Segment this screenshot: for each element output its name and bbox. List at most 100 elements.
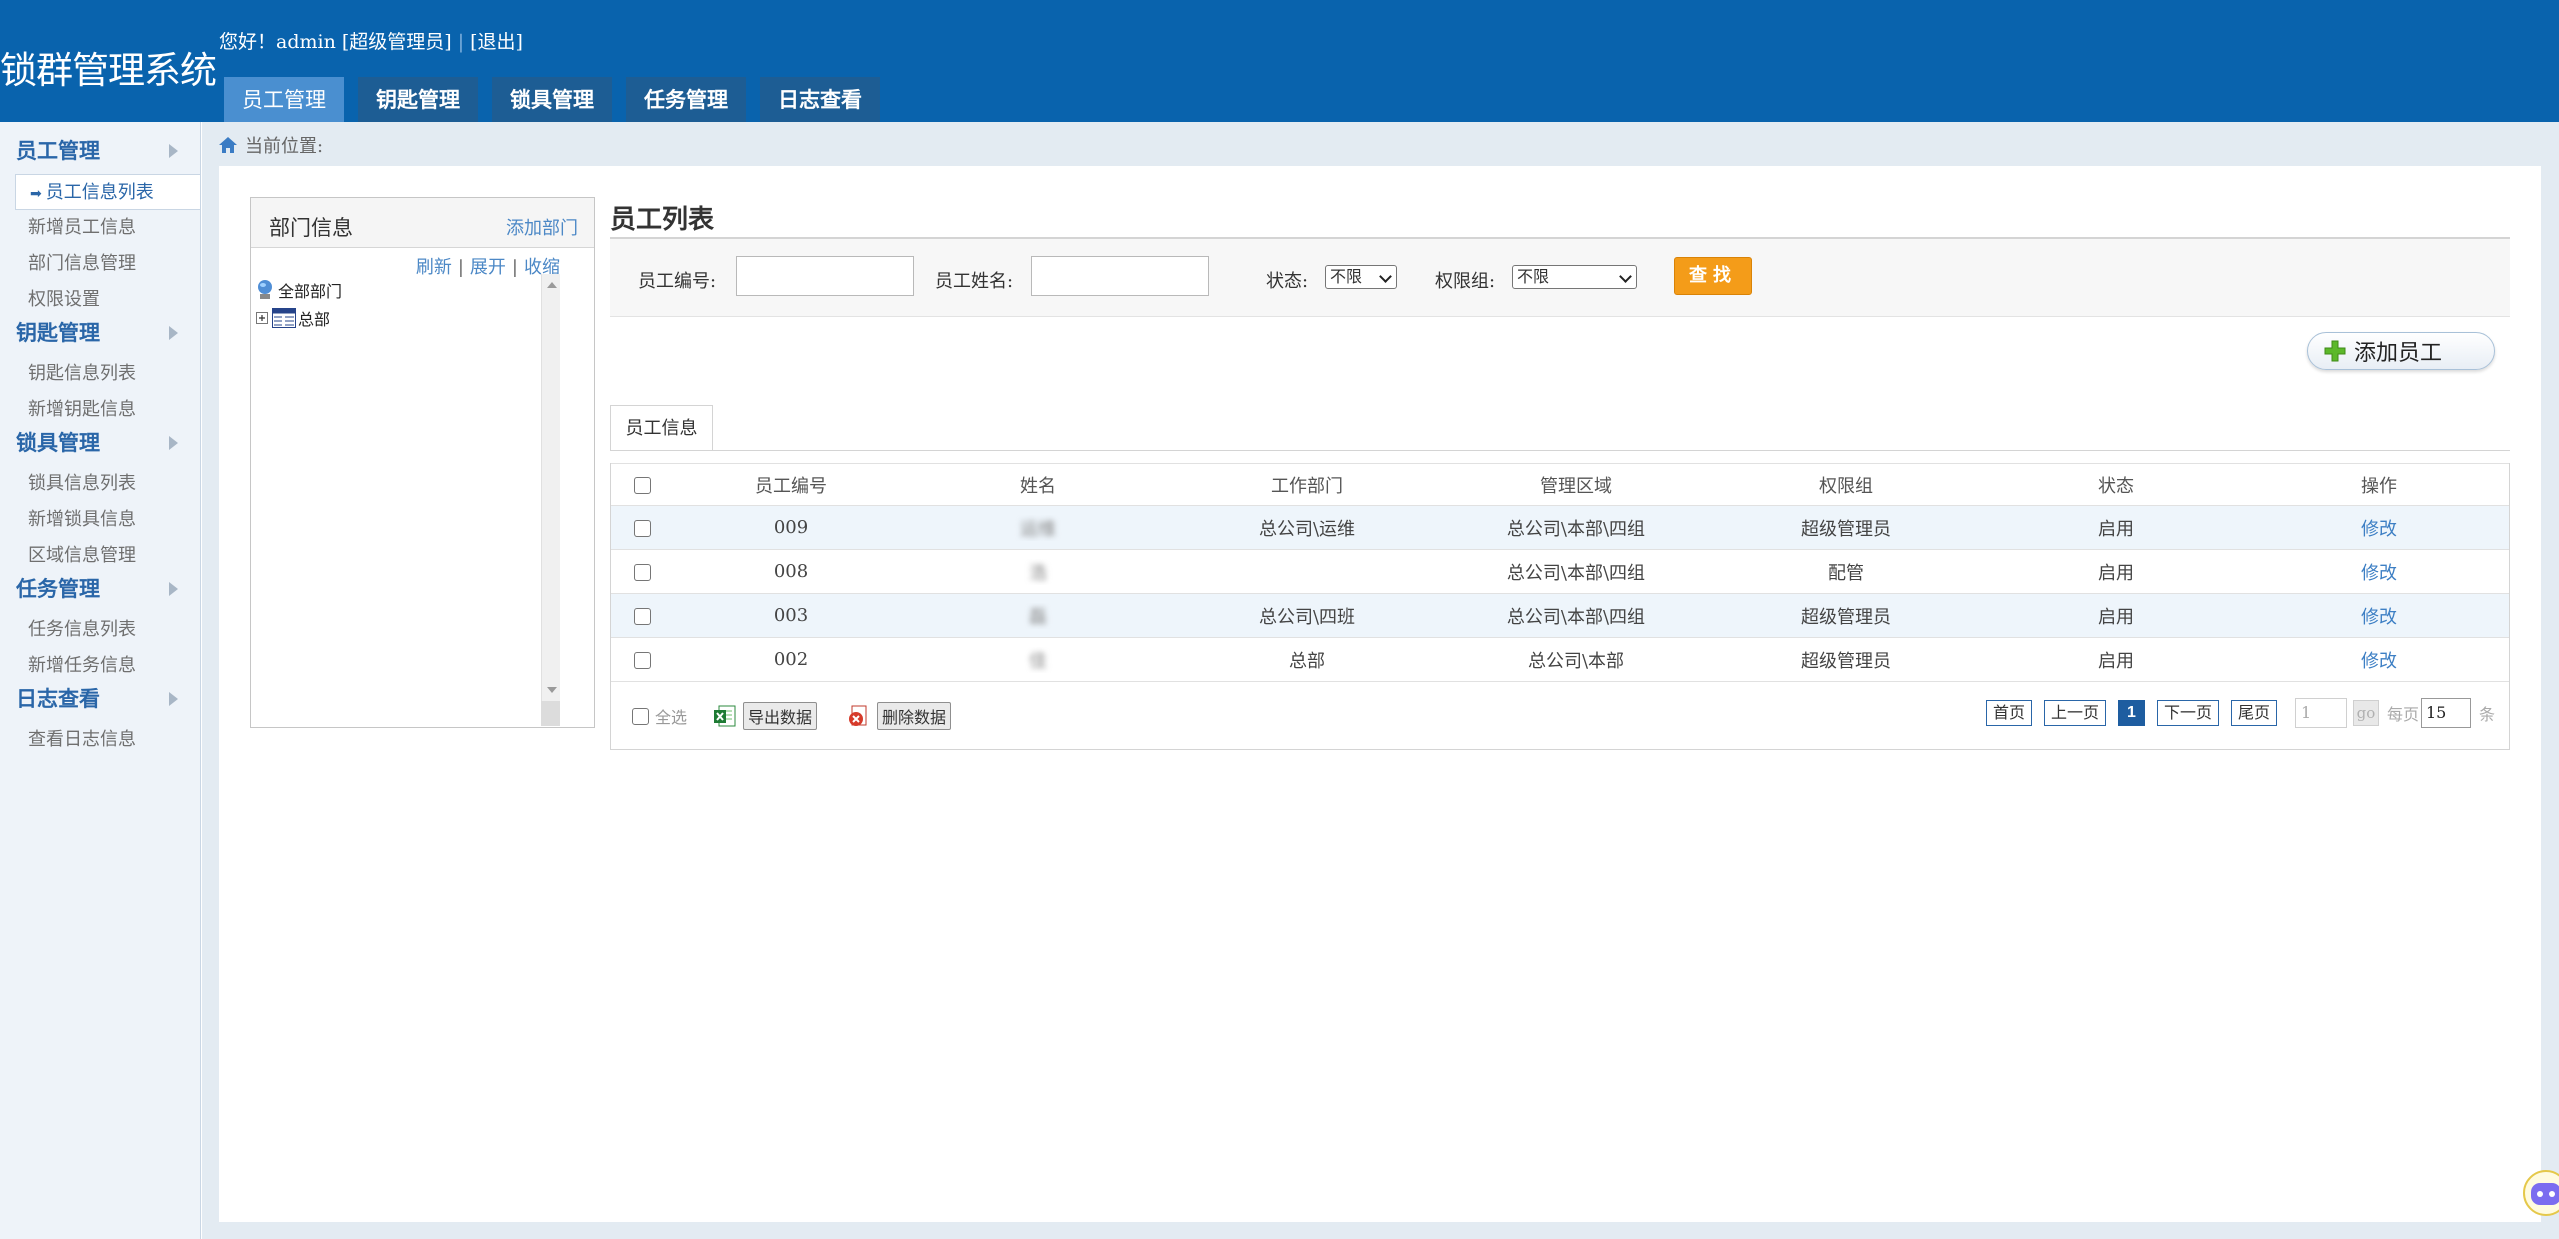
content-border-left xyxy=(202,166,219,1239)
separator: | xyxy=(457,31,465,53)
sidebar-section-keys[interactable]: 钥匙管理 xyxy=(0,316,200,350)
sidebar: 员工管理 ➡ 员工信息列表 新增员工信息 部门信息管理 权限设置 钥匙管理 钥匙信… xyxy=(0,122,201,1239)
table-icon xyxy=(272,308,296,328)
next-page-button[interactable]: 下一页 xyxy=(2156,700,2219,726)
cell-name: 浩 xyxy=(903,559,1173,585)
separator: | xyxy=(457,257,464,278)
select-all-checkbox[interactable] xyxy=(634,476,651,494)
refresh-link[interactable]: 刷新 xyxy=(416,257,452,278)
go-button[interactable]: go xyxy=(2352,700,2379,726)
edit-link[interactable]: 修改 xyxy=(2251,647,2507,673)
scroll-up-icon[interactable] xyxy=(547,282,557,288)
sidebar-section-tasks[interactable]: 任务管理 xyxy=(0,572,200,606)
blurred-name: 浩 xyxy=(1029,562,1047,584)
cell-name: 磊 xyxy=(903,603,1173,629)
logout-link[interactable]: [退出] xyxy=(470,31,523,53)
current-page[interactable]: 1 xyxy=(2118,700,2145,726)
row-checkbox[interactable] xyxy=(634,607,651,625)
add-employee-button[interactable]: 添加员工 xyxy=(2307,332,2495,370)
tab-employee-info[interactable]: 员工信息 xyxy=(610,405,713,450)
tree-scrollbar[interactable] xyxy=(541,274,560,701)
status-select[interactable]: 不限 xyxy=(1325,265,1397,289)
sidebar-items: 查看日志信息 xyxy=(0,716,200,762)
globe-icon xyxy=(258,280,272,299)
scroll-down-icon[interactable] xyxy=(547,687,557,693)
sidebar-section-label: 日志查看 xyxy=(16,686,100,711)
content-border-right xyxy=(2541,166,2559,1239)
sidebar-item-dept-management[interactable]: 部门信息管理 xyxy=(0,246,200,282)
tab-key-management[interactable]: 钥匙管理 xyxy=(358,77,478,122)
sidebar-item-add-staff[interactable]: 新增员工信息 xyxy=(0,210,200,246)
expand-link[interactable]: 展开 xyxy=(470,257,506,278)
row-checkbox[interactable] xyxy=(634,563,651,581)
select-all[interactable]: 全选 xyxy=(632,704,687,728)
scrollbar-corner xyxy=(541,701,560,726)
per-page-input[interactable]: 15 xyxy=(2420,698,2471,728)
sidebar-item-permissions[interactable]: 权限设置 xyxy=(0,282,200,318)
excel-icon xyxy=(714,705,736,727)
sidebar-item-staff-list[interactable]: ➡ 员工信息列表 xyxy=(15,174,200,210)
cell-status: 启用 xyxy=(2098,562,2134,584)
sidebar-item-add-key[interactable]: 新增钥匙信息 xyxy=(0,392,200,428)
department-panel-title: 部门信息 xyxy=(269,216,353,240)
content-border-bottom xyxy=(202,1222,2559,1239)
sidebar-section-logs[interactable]: 日志查看 xyxy=(0,682,200,716)
delete-data-button[interactable]: 删除数据 xyxy=(847,702,952,730)
add-department-link[interactable]: 添加部门 xyxy=(506,214,578,240)
edit-link[interactable]: 修改 xyxy=(2251,559,2507,585)
tab-divider xyxy=(610,450,2510,451)
first-page-button[interactable]: 首页 xyxy=(1986,700,2033,726)
sidebar-section-label: 员工管理 xyxy=(16,138,100,163)
sidebar-items: ➡ 员工信息列表 新增员工信息 部门信息管理 权限设置 xyxy=(0,168,200,322)
tab-task-management[interactable]: 任务管理 xyxy=(626,77,746,122)
search-button[interactable]: 查找 xyxy=(1674,257,1752,295)
table-row: 003 磊 总公司\四班 总公司\本部\四组 超级管理员 启用 修改 xyxy=(611,593,2509,637)
column-header: 操作 xyxy=(2361,475,2397,497)
permission-group-select[interactable]: 不限 xyxy=(1512,265,1637,289)
tab-staff-management[interactable]: 员工管理 xyxy=(224,77,344,122)
row-checkbox[interactable] xyxy=(634,519,651,537)
sidebar-item-key-list[interactable]: 钥匙信息列表 xyxy=(0,356,200,392)
cell-status: 启用 xyxy=(2098,606,2134,628)
department-panel: 部门信息 添加部门 刷新 | 展开 | 收缩 全部部门 总部 xyxy=(250,197,595,728)
chevron-right-icon xyxy=(169,582,178,596)
expand-plus-icon[interactable] xyxy=(256,311,269,325)
sidebar-item-add-lock[interactable]: 新增锁具信息 xyxy=(0,502,200,538)
staff-id-input[interactable] xyxy=(736,256,914,296)
row-checkbox[interactable] xyxy=(634,651,651,669)
cell-group: 配管 xyxy=(1828,562,1864,584)
staff-name-input[interactable] xyxy=(1031,256,1209,296)
cell-id: 009 xyxy=(773,517,809,538)
cell-id: 008 xyxy=(773,561,809,582)
delete-icon xyxy=(849,705,867,726)
cell-group: 超级管理员 xyxy=(1801,606,1891,628)
sidebar-section-staff[interactable]: 员工管理 xyxy=(0,134,200,168)
separator: | xyxy=(511,257,518,278)
header-checkbox-cell xyxy=(611,474,679,495)
sidebar-item-view-logs[interactable]: 查看日志信息 xyxy=(0,722,200,758)
cell-area: 总公司\本部\四组 xyxy=(1506,606,1646,628)
search-bar: 员工编号: 员工姓名: 状态: 不限 权限组: 不限 查找 xyxy=(610,237,2510,317)
sidebar-section-locks[interactable]: 锁具管理 xyxy=(0,426,200,460)
sidebar-item-lock-list[interactable]: 锁具信息列表 xyxy=(0,466,200,502)
tree-node-root[interactable]: 全部部门 xyxy=(256,276,342,304)
select-all-label: 全选 xyxy=(655,708,688,727)
sidebar-item-add-task[interactable]: 新增任务信息 xyxy=(0,648,200,684)
tab-log-view[interactable]: 日志查看 xyxy=(760,77,880,122)
cell-dept: 总公司\运维 xyxy=(1258,518,1356,540)
prev-page-button[interactable]: 上一页 xyxy=(2044,700,2107,726)
edit-link[interactable]: 修改 xyxy=(2251,603,2507,629)
export-data-button[interactable]: 导出数据 xyxy=(713,702,818,730)
edit-link[interactable]: 修改 xyxy=(2251,515,2507,541)
tab-lock-management[interactable]: 锁具管理 xyxy=(492,77,612,122)
department-tree: 全部部门 总部 xyxy=(256,276,342,332)
sidebar-section-label: 任务管理 xyxy=(16,576,100,601)
cell-dept: 总部 xyxy=(1289,650,1325,672)
last-page-button[interactable]: 尾页 xyxy=(2230,700,2277,726)
assistant-robot-icon[interactable] xyxy=(2521,1168,2559,1218)
goto-page-input[interactable]: 1 xyxy=(2294,698,2347,728)
sidebar-item-task-list[interactable]: 任务信息列表 xyxy=(0,612,200,648)
tree-node-headquarters[interactable]: 总部 xyxy=(256,304,342,332)
sidebar-item-area-management[interactable]: 区域信息管理 xyxy=(0,538,200,574)
select-all-footer-checkbox[interactable] xyxy=(632,707,649,725)
